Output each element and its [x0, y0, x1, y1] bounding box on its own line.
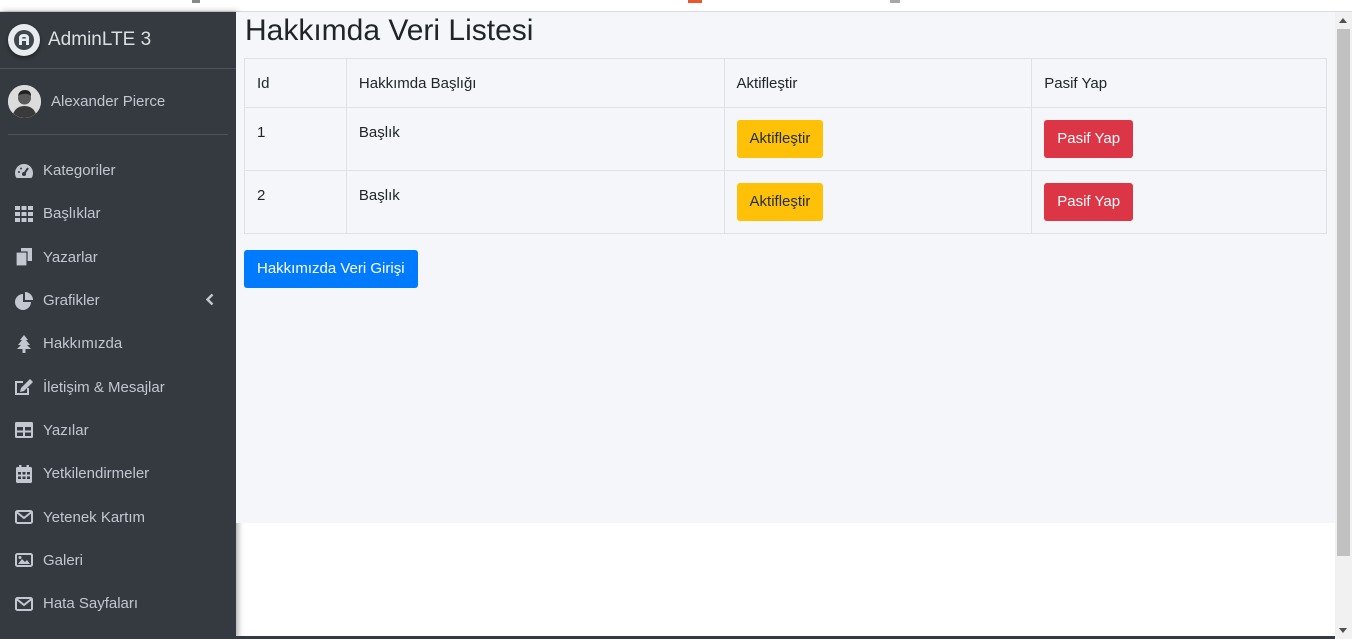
activate-button[interactable]: Aktifleştir: [736, 120, 824, 158]
envelope-icon: [14, 507, 34, 527]
sidebar-item-label: Yazarlar: [43, 248, 98, 266]
table-row: 1 Başlık Aktifleştir Pasif Yap: [244, 107, 1327, 171]
cell-id: 1: [244, 107, 347, 171]
sidebar-item-label: İletişim & Mesajlar: [43, 378, 165, 396]
column-header-id: Id: [244, 58, 347, 108]
cell-deactivate: Pasif Yap: [1031, 107, 1327, 171]
cell-deactivate: Pasif Yap: [1031, 170, 1327, 234]
sidebar-item-basliklar[interactable]: Başlıklar: [0, 192, 236, 235]
deactivate-button[interactable]: Pasif Yap: [1044, 120, 1134, 158]
cell-activate: Aktifleştir: [723, 170, 1033, 234]
column-header-title: Hakkımda Başlığı: [345, 58, 725, 108]
sidebar-item-label: Kategoriler: [43, 162, 116, 180]
brand-link[interactable]: AdminLTE 3: [0, 12, 236, 69]
image-icon: [14, 550, 34, 570]
sidebar-item-label: Galeri: [43, 551, 84, 569]
sidebar-item-hata-sayfalari[interactable]: Hata Sayfaları: [0, 582, 236, 625]
tree-icon: [14, 334, 34, 354]
sidebar-item-label: Yetkilendirmeler: [43, 465, 150, 483]
tab-fragment: [688, 0, 702, 3]
tab-fragment: [192, 0, 200, 3]
tab-fragment: [890, 0, 900, 3]
sidebar-item-label: Hata Sayfaları: [43, 595, 139, 613]
add-data-button[interactable]: Hakkımızda Veri Girişi: [244, 250, 418, 288]
column-header-deactivate: Pasif Yap: [1031, 58, 1327, 108]
activate-button[interactable]: Aktifleştir: [736, 183, 824, 221]
sidebar-item-label: Hakkımızda: [43, 335, 123, 353]
sidebar-item-yetkilendirmeler[interactable]: Yetkilendirmeler: [0, 452, 236, 495]
calendar-icon: [14, 464, 34, 484]
pie-chart-icon: [14, 291, 34, 311]
envelope-icon: [14, 594, 34, 614]
user-panel[interactable]: Alexander Pierce: [8, 69, 228, 135]
sidebar-item-yazilar[interactable]: Yazılar: [0, 409, 236, 452]
table-header-row: Id Hakkımda Başlığı Aktifleştir Pasif Ya…: [244, 58, 1327, 108]
data-table: Id Hakkımda Başlığı Aktifleştir Pasif Ya…: [244, 58, 1327, 234]
sidebar-item-label: Yazılar: [43, 421, 89, 439]
scroll-up-arrow-icon[interactable]: [1339, 18, 1347, 23]
edit-icon: [14, 377, 34, 397]
copy-icon: [14, 247, 34, 267]
browser-top-strip: [0, 0, 1352, 12]
sidebar: AdminLTE 3 Alexander Pierce Kategoriler …: [0, 12, 236, 639]
cell-title: Başlık: [345, 107, 725, 171]
sidebar-item-kategoriler[interactable]: Kategoriler: [0, 149, 236, 192]
cell-title: Başlık: [345, 170, 725, 234]
tachometer-icon: [14, 161, 34, 181]
sidebar-item-label: Yetenek Kartım: [43, 508, 146, 526]
sidebar-item-label: Grafikler: [43, 292, 100, 310]
sidebar-item-grafikler[interactable]: Grafikler: [0, 279, 236, 322]
scroll-down-arrow-icon[interactable]: [1339, 628, 1347, 633]
sidebar-item-yazarlar[interactable]: Yazarlar: [0, 236, 236, 279]
sidebar-item-galeri[interactable]: Galeri: [0, 539, 236, 582]
table-icon: [14, 420, 34, 440]
vertical-scrollbar[interactable]: [1335, 12, 1352, 639]
user-name: Alexander Pierce: [51, 93, 166, 110]
th-grid-icon: [14, 204, 34, 224]
cell-activate: Aktifleştir: [723, 107, 1033, 171]
adminlte-logo-icon: [8, 24, 40, 56]
avatar: [8, 85, 41, 118]
content-wrapper: Hakkımda Veri Listesi Id Hakkımda Başlığ…: [236, 12, 1335, 523]
column-header-activate: Aktifleştir: [723, 58, 1033, 108]
sidebar-item-label: Başlıklar: [43, 205, 101, 223]
table-row: 2 Başlık Aktifleştir Pasif Yap: [244, 170, 1327, 234]
cell-id: 2: [244, 170, 347, 234]
page-title: Hakkımda Veri Listesi: [245, 14, 534, 47]
sidebar-item-hakkimizda[interactable]: Hakkımızda: [0, 322, 236, 365]
chevron-left-icon: [205, 292, 214, 309]
deactivate-button[interactable]: Pasif Yap: [1044, 183, 1134, 221]
scrollbar-thumb[interactable]: [1337, 29, 1350, 556]
sidebar-item-iletisim[interactable]: İletişim & Mesajlar: [0, 365, 236, 408]
brand-text: AdminLTE 3: [48, 29, 152, 50]
sidebar-item-yetenek-kartim[interactable]: Yetenek Kartım: [0, 495, 236, 538]
sidebar-nav: Kategoriler Başlıklar Yazarlar Grafikler: [0, 149, 236, 625]
